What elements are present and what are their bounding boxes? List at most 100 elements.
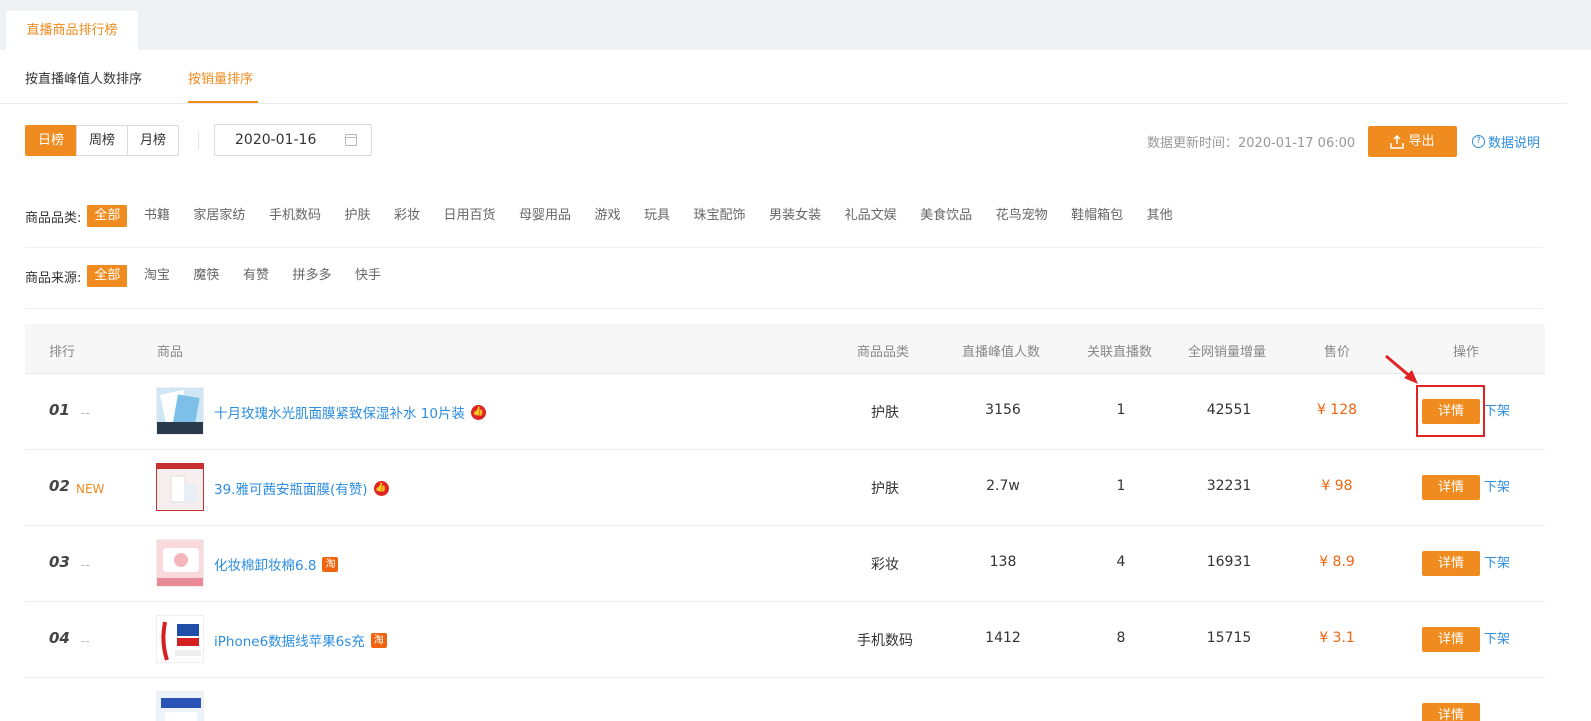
category-chip[interactable]: 鞋帽箱包	[1064, 205, 1130, 227]
category-chip[interactable]: 家居家纺	[186, 205, 252, 227]
product-thumbnail[interactable]	[156, 615, 204, 663]
header-price: 售价	[1324, 345, 1351, 360]
annotation-arrow-icon	[1385, 354, 1418, 384]
date-value: 2020-01-16	[235, 132, 317, 148]
source-chip[interactable]: 拼多多	[285, 265, 338, 287]
category-chip[interactable]: 玩具	[637, 205, 677, 227]
filter-divider	[25, 308, 1543, 309]
product-name: 39.雅可茜安瓶面膜(有赞)	[214, 482, 368, 498]
product-name: 十月玫瑰水光肌面膜紧致保湿补水 10片装	[214, 406, 465, 422]
data-update-time: 数据更新时间：2020-01-17 06:00	[1147, 136, 1356, 151]
product-thumbnail[interactable]	[156, 387, 204, 435]
source-chip[interactable]: 有赞	[236, 265, 276, 287]
product-price: ¥ 128	[1316, 402, 1358, 418]
live-count: 4	[1116, 554, 1126, 570]
category-chip[interactable]: 母婴用品	[512, 205, 578, 227]
product-price: ¥ 98	[1321, 478, 1353, 494]
upload-icon	[1390, 134, 1405, 149]
source-chip-all[interactable]: 全部	[87, 265, 128, 287]
peak-viewers: 138	[989, 554, 1017, 570]
sort-subtabs: 按直播峰值人数排序 按销量排序	[0, 50, 1567, 104]
table-row: 02 NEW 39.雅可茜安瓶面膜(有赞) 👍 护肤 2.7w 1 32231 …	[25, 450, 1545, 526]
category-chip[interactable]: 手机数码	[262, 205, 328, 227]
delist-link[interactable]: 下架	[1484, 400, 1510, 419]
header-sales-increase: 全网销量增量	[1188, 345, 1267, 360]
tab-live-product-ranking[interactable]: 直播商品排行榜	[6, 11, 138, 50]
detail-button[interactable]: 详情	[1422, 627, 1480, 652]
header-category: 商品品类	[857, 345, 910, 360]
category-chip[interactable]: 花鸟宠物	[989, 205, 1055, 227]
detail-button[interactable]: 详情	[1422, 703, 1480, 721]
main-panel: 按直播峰值人数排序 按销量排序 日榜 周榜 月榜 2020-01-16 数据更新…	[0, 50, 1591, 721]
category-chip[interactable]: 其他	[1140, 205, 1180, 227]
header-live-count: 关联直播数	[1087, 345, 1153, 360]
period-monthly-button[interactable]: 月榜	[127, 125, 180, 156]
product-name: 化妆棉卸妆棉6.8	[214, 558, 317, 574]
header-actions: 操作	[1453, 345, 1480, 360]
period-toggle: 日榜 周榜 月榜	[25, 125, 180, 156]
thumbs-up-icon: 👍	[373, 480, 389, 496]
product-name-link[interactable]: 十月玫瑰水光肌面膜紧致保湿补水 10片装 👍	[214, 402, 486, 422]
live-count: 1	[1116, 402, 1126, 418]
product-category: 彩妆	[871, 557, 899, 573]
product-category: 手机数码	[857, 633, 913, 649]
peak-viewers: 1412	[985, 630, 1021, 646]
sales-increase: 16931	[1206, 554, 1252, 570]
date-picker[interactable]: 2020-01-16	[214, 124, 372, 156]
category-chip[interactable]: 游戏	[588, 205, 628, 227]
category-filter-label: 商品品类:	[25, 210, 82, 226]
period-weekly-button[interactable]: 周榜	[76, 125, 129, 156]
filter-divider	[25, 247, 1543, 248]
rank-number: 02	[49, 477, 70, 495]
data-help-link[interactable]: ? 数据说明	[1472, 132, 1540, 151]
rank-trend: --	[81, 406, 90, 420]
delist-link[interactable]: 下架	[1484, 552, 1510, 571]
category-chip[interactable]: 护肤	[337, 205, 377, 227]
category-chip[interactable]: 美食饮品	[913, 205, 979, 227]
category-filter: 商品品类: 全部 书籍 家居家纺 手机数码 护肤 彩妆 日用百货 母婴用品 游戏…	[25, 205, 1189, 227]
category-chip-all[interactable]: 全部	[87, 205, 128, 227]
delist-link[interactable]: 下架	[1484, 628, 1510, 647]
product-name-link[interactable]: 39.雅可茜安瓶面膜(有赞) 👍	[214, 478, 389, 498]
table-header: 排行 商品 商品品类 直播峰值人数 关联直播数 全网销量增量 售价 操作	[25, 324, 1545, 374]
rank-trend: --	[81, 634, 90, 648]
delist-link[interactable]: 下架	[1484, 476, 1510, 495]
subtab-sort-by-sales[interactable]: 按销量排序	[188, 68, 253, 87]
category-chip[interactable]: 书籍	[137, 205, 177, 227]
active-subtab-underline	[188, 101, 258, 103]
category-chip[interactable]: 男装女装	[762, 205, 828, 227]
header-rank: 排行	[49, 345, 76, 360]
category-chip[interactable]: 珠宝配饰	[687, 205, 753, 227]
header-peak-viewers: 直播峰值人数	[962, 345, 1041, 360]
rank-trend: NEW	[76, 482, 105, 496]
product-thumbnail[interactable]	[156, 463, 204, 511]
category-chip[interactable]: 礼品文娱	[838, 205, 904, 227]
source-chip[interactable]: 魔筷	[186, 265, 226, 287]
category-chip[interactable]: 日用百货	[436, 205, 502, 227]
live-count: 8	[1116, 630, 1126, 646]
sales-increase: 42551	[1206, 402, 1252, 418]
product-thumbnail[interactable]	[156, 691, 204, 721]
source-chip[interactable]: 快手	[348, 265, 388, 287]
sales-increase: 15715	[1206, 630, 1252, 646]
period-daily-button[interactable]: 日榜	[25, 125, 78, 156]
table-row: 03 -- 化妆棉卸妆棉6.8 淘 彩妆 138 4 16931 ¥ 8.9 详…	[25, 526, 1545, 602]
rank-number: 04	[49, 629, 70, 647]
product-name-link[interactable]: 化妆棉卸妆棉6.8 淘	[214, 554, 339, 574]
product-thumbnail[interactable]	[156, 539, 204, 587]
header-product: 商品	[157, 345, 184, 360]
help-label: 数据说明	[1488, 136, 1541, 151]
source-chip[interactable]: 淘宝	[137, 265, 177, 287]
toolbar-separator	[198, 132, 199, 150]
detail-button[interactable]: 详情	[1422, 475, 1480, 500]
calendar-icon	[345, 134, 357, 146]
category-chip[interactable]: 彩妆	[387, 205, 427, 227]
subtab-sort-by-peak-viewers[interactable]: 按直播峰值人数排序	[25, 68, 142, 87]
table-row: 01 -- 十月玫瑰水光肌面膜紧致保湿补水 10片装 👍 护肤 3156 1 4…	[25, 374, 1545, 450]
sales-increase: 32231	[1206, 478, 1252, 494]
detail-button[interactable]: 详情	[1422, 551, 1480, 576]
product-name-link[interactable]: iPhone6数据线苹果6s充 淘	[214, 630, 387, 650]
source-filter-label: 商品来源:	[25, 270, 82, 286]
export-button[interactable]: 导出	[1368, 126, 1457, 157]
top-tab-strip: 直播商品排行榜	[0, 0, 1591, 50]
